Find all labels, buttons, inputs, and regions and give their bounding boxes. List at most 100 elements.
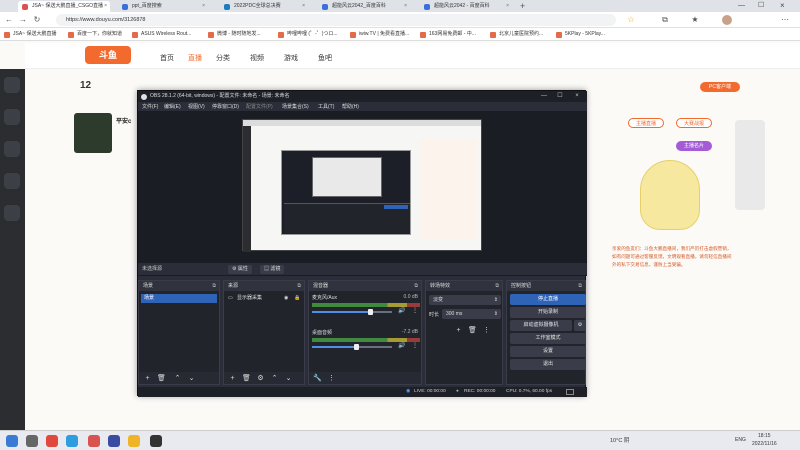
bookmark-item[interactable]: 百度一下，你就知道 <box>68 30 122 39</box>
nav-video[interactable]: 视频 <box>250 53 264 63</box>
streamer-avatar[interactable] <box>74 113 112 153</box>
lock-icon[interactable]: 🔒 <box>294 294 300 303</box>
add-transition-icon[interactable]: + <box>454 326 463 335</box>
bookmark-item[interactable]: ASUS Wireless Rout... <box>132 30 191 39</box>
undock-icon[interactable]: ⧉ <box>297 281 301 291</box>
sidebar-item[interactable] <box>4 141 20 157</box>
app-icon[interactable] <box>108 435 120 447</box>
move-up-icon[interactable]: ⌃ <box>270 374 279 383</box>
undock-icon[interactable]: ⧉ <box>495 281 499 291</box>
kebab-menu-icon[interactable]: ⋮ <box>482 326 491 335</box>
virtual-camera-settings-icon[interactable]: ⚙ <box>574 320 586 331</box>
exit-button[interactable]: 退出 <box>510 359 586 370</box>
tab-baike-1[interactable]: 超能风云2042_百度百科 × <box>318 1 410 12</box>
bookmark-item[interactable]: 163网易免费邮 - 中... <box>420 30 476 39</box>
move-down-icon[interactable]: ⌄ <box>187 374 196 383</box>
start-menu-icon[interactable] <box>6 435 18 447</box>
kebab-menu-icon[interactable]: ⋮ <box>412 307 418 314</box>
obs-taskbar-icon[interactable] <box>150 435 162 447</box>
window-close-icon[interactable]: × <box>780 0 785 12</box>
undock-icon[interactable]: ⧉ <box>578 281 582 291</box>
remove-transition-icon[interactable]: 🗑 <box>468 326 477 335</box>
url-field[interactable]: https://www.douyu.com/3126878 <box>56 14 616 26</box>
tab-douyu[interactable]: JSA~ 保送大鹏直播_CSGO直播 × <box>18 1 110 12</box>
kebab-menu-icon[interactable]: ⋮ <box>327 374 336 383</box>
menu-profile[interactable]: 配置文件(P) <box>246 103 273 111</box>
scene-item[interactable]: 场景 <box>141 294 217 303</box>
streamer-live-button[interactable]: 主播直播 <box>628 118 664 128</box>
weather-widget[interactable]: 10°C 阴 <box>610 436 629 444</box>
studio-mode-button[interactable]: 工作室模式 <box>510 333 586 344</box>
add-source-icon[interactable]: + <box>228 374 237 383</box>
close-icon[interactable]: × <box>302 1 305 12</box>
streamer-card-button[interactable]: 主播名片 <box>676 141 712 151</box>
sidebar-item[interactable] <box>4 205 20 221</box>
more-menu-icon[interactable]: ⋯ <box>780 15 790 25</box>
nav-live[interactable]: 直播 <box>188 53 202 63</box>
star-icon[interactable]: ☆ <box>626 15 636 25</box>
nav-category[interactable]: 分类 <box>216 53 230 63</box>
remove-source-icon[interactable]: 🗑 <box>242 374 251 383</box>
speaker-icon[interactable]: 🔊 <box>398 342 405 349</box>
bookmark-item[interactable]: 5KPlay - 5KPlay... <box>556 30 605 39</box>
clock-time[interactable]: 18:15 <box>758 433 771 439</box>
volume-knob[interactable] <box>367 309 373 315</box>
volume-knob[interactable] <box>354 344 359 350</box>
app-icon[interactable] <box>46 435 58 447</box>
sidebar-item[interactable] <box>4 109 20 125</box>
minimize-icon[interactable]: — <box>738 0 745 12</box>
close-icon[interactable]: × <box>104 1 107 12</box>
favorites-icon[interactable]: ★ <box>690 15 700 25</box>
back-icon[interactable]: ← <box>4 15 14 25</box>
remove-scene-icon[interactable]: 🗑 <box>157 374 166 383</box>
undock-icon[interactable]: ⧉ <box>414 281 418 291</box>
menu-file[interactable]: 文件(F) <box>142 103 158 111</box>
bookmark-item[interactable]: 北京儿童医院预约... <box>490 30 543 39</box>
menu-scene-collection[interactable]: 场景集合(S) <box>282 103 309 111</box>
start-recording-button[interactable]: 开始录制 <box>510 307 586 318</box>
menu-edit[interactable]: 编辑(E) <box>164 103 181 111</box>
close-icon[interactable]: × <box>202 1 205 12</box>
sidebar-item[interactable] <box>4 173 20 189</box>
volume-slider[interactable] <box>312 309 392 315</box>
match-report-button[interactable]: 大赛战报 <box>676 118 712 128</box>
forward-icon[interactable]: → <box>18 15 28 25</box>
settings-button[interactable]: 设置 <box>510 346 586 357</box>
move-up-icon[interactable]: ⌃ <box>173 374 182 383</box>
nav-games[interactable]: 游戏 <box>284 53 298 63</box>
menu-tools[interactable]: 工具(T) <box>318 103 334 111</box>
new-tab-button[interactable]: + <box>520 0 525 12</box>
promo-banner[interactable] <box>735 120 765 210</box>
transition-select[interactable]: 淡变 ⇕ <box>429 295 501 305</box>
source-settings-icon[interactable]: ⚙ <box>256 374 265 383</box>
speaker-icon[interactable]: 🔊 <box>398 307 405 314</box>
duration-input[interactable]: 300 ms ⇕ <box>442 309 501 319</box>
minimize-icon[interactable]: — <box>536 91 552 102</box>
preview-canvas[interactable] <box>242 119 482 252</box>
start-virtual-camera-button[interactable]: 启动虚拟摄像机 <box>510 320 572 331</box>
clock-date[interactable]: 2022/11/16 <box>752 441 777 447</box>
stop-streaming-button[interactable]: 停止直播 <box>510 294 586 305</box>
maximize-icon[interactable]: ☐ <box>552 91 568 102</box>
edge-browser-icon[interactable] <box>66 435 78 447</box>
tab-ppt[interactable]: ppt_百度搜索 × <box>118 1 208 12</box>
app-icon[interactable] <box>128 435 140 447</box>
reload-icon[interactable]: ↻ <box>32 15 42 25</box>
volume-slider[interactable] <box>312 344 392 350</box>
site-logo[interactable]: 斗鱼 <box>85 46 131 64</box>
input-language[interactable]: ENG <box>735 437 746 443</box>
nav-yuba[interactable]: 鱼吧 <box>318 53 332 63</box>
filters-button[interactable]: ▤ 滤镜 <box>260 265 285 274</box>
add-scene-icon[interactable]: + <box>143 374 152 383</box>
visibility-eye-icon[interactable]: ◉ <box>284 294 288 303</box>
bookmark-item[interactable]: 微博 - 随时随地发... <box>208 30 261 39</box>
bookmark-item[interactable]: iwiw.TV | 免费看直播... <box>350 30 409 39</box>
profile-avatar[interactable] <box>722 15 732 25</box>
close-icon[interactable]: × <box>404 1 407 12</box>
properties-button[interactable]: ⚙ 属性 <box>228 265 252 274</box>
spinner-icon[interactable]: ⇕ <box>494 309 498 319</box>
nav-home[interactable]: 首页 <box>160 53 174 63</box>
maximize-icon[interactable]: ☐ <box>758 0 764 12</box>
bookmark-item[interactable]: JSA~ 保送大鹏直播 <box>4 30 56 39</box>
pc-client-button[interactable]: PC客户端 <box>700 82 740 92</box>
